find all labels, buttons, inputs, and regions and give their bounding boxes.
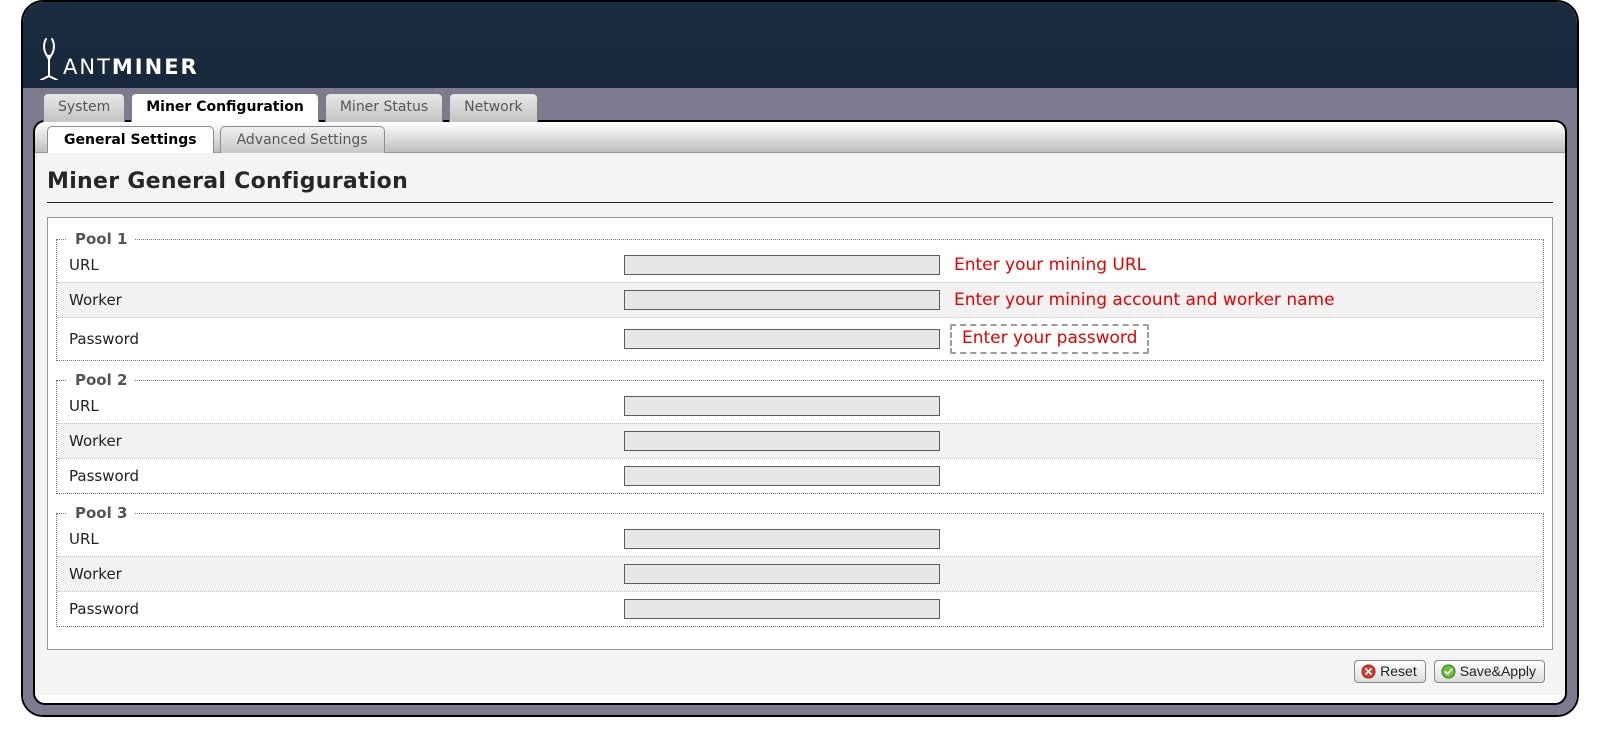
sub-tabs: General SettingsAdvanced Settings [35,122,1565,153]
pool-2-row-url: URL [57,389,1543,423]
pool-1-password-input[interactable] [624,329,940,349]
main-frame: SystemMiner ConfigurationMiner StatusNet… [23,88,1577,715]
brand-text: ANTMINER [63,57,199,78]
antminer-ant-icon [37,36,61,80]
field-label: Password [69,600,624,618]
pool-1-url-input[interactable] [624,255,940,275]
pool-1-row-worker: Worker Enter your mining account and work… [57,282,1543,317]
field-label: Password [69,330,624,348]
page-title: Miner General Configuration [47,169,1553,194]
pool-3-password-input[interactable] [624,599,940,619]
pool-2-worker-input[interactable] [624,431,940,451]
pool-2-legend: Pool 2 [67,371,135,389]
field-label: Worker [69,291,624,309]
pool-1-worker-input[interactable] [624,290,940,310]
pool-1-row-url: URL Enter your mining URL [57,248,1543,282]
pool-2-fieldset: Pool 2 URL Worker Password [56,371,1544,494]
reset-button[interactable]: Reset [1354,660,1426,683]
pool-3-row-worker: Worker [57,556,1543,591]
pool-1-row-password: Password Enter your password [57,317,1543,360]
pool-3-row-url: URL [57,522,1543,556]
hint-text: Enter your password [950,324,1149,354]
field-label: URL [69,397,624,415]
pools-container: Pool 1 URL Enter your mining URL Worker Ente… [47,217,1553,650]
main-tab-network[interactable]: Network [449,93,537,122]
device-window: ANTMINER SystemMiner ConfigurationMiner … [21,0,1579,717]
check-icon [1441,664,1456,679]
sub-tab-general-settings[interactable]: General Settings [47,126,214,153]
pool-1-fieldset: Pool 1 URL Enter your mining URL Worker Ente… [56,230,1544,361]
cancel-icon [1361,664,1376,679]
main-tab-miner-configuration[interactable]: Miner Configuration [131,93,319,122]
field-label: URL [69,530,624,548]
divider [47,202,1553,203]
footer-buttons: Reset Save&Apply [47,650,1553,683]
main-tabs: SystemMiner ConfigurationMiner StatusNet… [33,93,1567,122]
pool-2-password-input[interactable] [624,466,940,486]
save-apply-button-label: Save&Apply [1460,663,1536,679]
pool-3-row-password: Password [57,591,1543,626]
hint-text: Enter your mining URL [954,255,1146,275]
field-label: Worker [69,432,624,450]
field-label: Worker [69,565,624,583]
main-tab-system[interactable]: System [43,93,125,122]
pool-3-fieldset: Pool 3 URL Worker Password [56,504,1544,627]
pool-3-legend: Pool 3 [67,504,135,522]
field-label: URL [69,256,624,274]
save-apply-button[interactable]: Save&Apply [1434,660,1545,683]
pool-2-row-worker: Worker [57,423,1543,458]
brand-logo: ANTMINER [37,36,199,80]
pool-2-url-input[interactable] [624,396,940,416]
banner: ANTMINER [23,2,1577,88]
pool-3-worker-input[interactable] [624,564,940,584]
pool-1-legend: Pool 1 [67,230,135,248]
field-label: Password [69,467,624,485]
pool-2-row-password: Password [57,458,1543,493]
main-tab-miner-status[interactable]: Miner Status [325,93,443,122]
pool-3-url-input[interactable] [624,529,940,549]
page-card: General SettingsAdvanced Settings Miner … [33,120,1567,705]
content-area: Miner General Configuration Pool 1 URL Ent… [35,153,1565,695]
reset-button-label: Reset [1380,663,1417,679]
sub-tab-advanced-settings[interactable]: Advanced Settings [220,126,385,153]
hint-text: Enter your mining account and worker nam… [954,290,1335,310]
